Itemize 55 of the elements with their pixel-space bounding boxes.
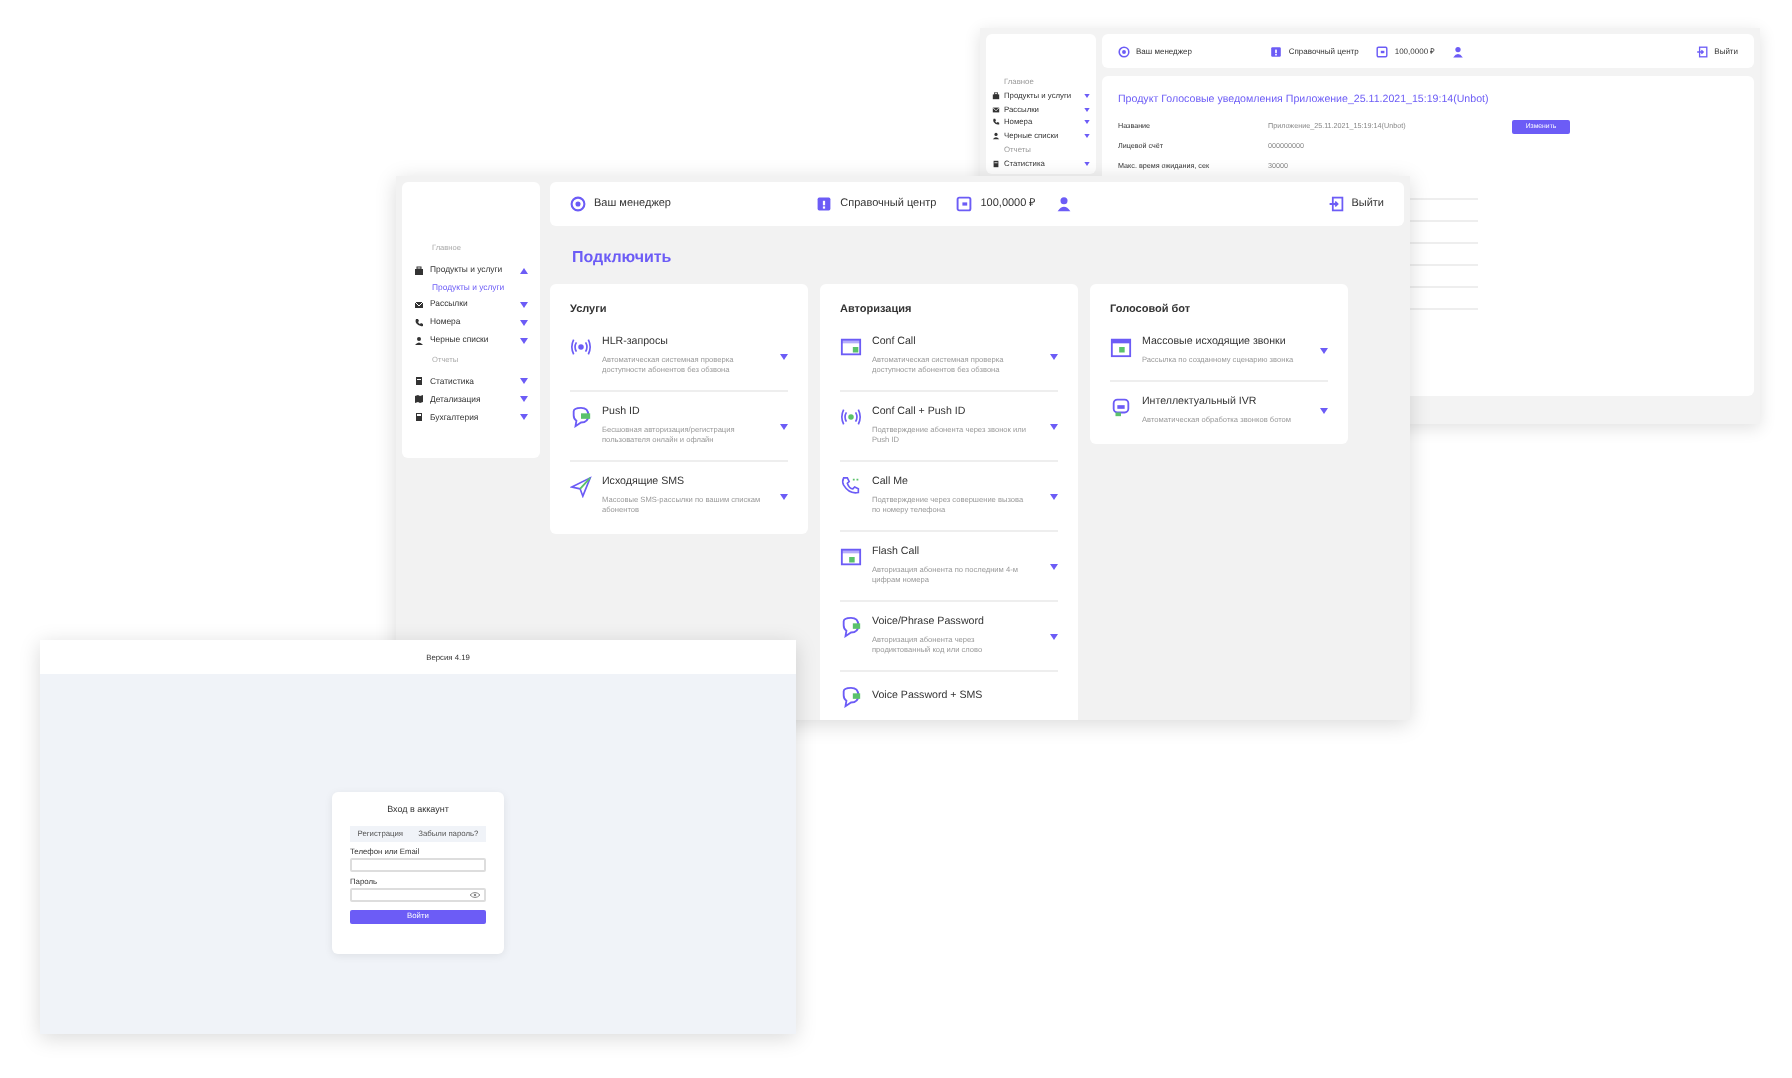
caret-icon (520, 396, 528, 403)
signal-icon (840, 406, 862, 429)
eye-icon[interactable] (470, 891, 480, 898)
chat-icon (840, 616, 862, 639)
browser-window-icon (840, 336, 862, 359)
caret-icon (1320, 408, 1328, 415)
logout-icon[interactable] (1327, 196, 1344, 212)
calculator-icon (414, 412, 424, 423)
caret-icon (520, 337, 528, 344)
caret-icon (1084, 133, 1090, 138)
caret-icon (520, 267, 528, 274)
person-icon (414, 335, 424, 346)
caret-icon (780, 423, 788, 430)
phone-icon (414, 317, 424, 328)
help-icon[interactable] (816, 196, 833, 212)
paper-plane-icon (570, 476, 592, 499)
signal-icon (570, 336, 592, 359)
chat-icon (840, 686, 862, 709)
caret-icon (520, 319, 528, 326)
caret-icon (1320, 348, 1328, 355)
phone-icon (840, 476, 862, 499)
calendar-icon (1110, 336, 1132, 359)
person-circle-icon (1118, 45, 1130, 57)
map-icon (414, 394, 424, 405)
phone-icon (992, 118, 1000, 127)
password-field[interactable] (350, 887, 486, 902)
person-icon[interactable] (1452, 45, 1465, 57)
caret-icon (780, 353, 788, 360)
person-icon (992, 131, 1000, 140)
briefcase-icon (992, 92, 1000, 101)
caret-icon (1050, 353, 1058, 360)
caret-icon (1050, 633, 1058, 640)
caret-icon (1050, 493, 1058, 500)
briefcase-icon (414, 265, 424, 276)
logout-icon[interactable] (1696, 45, 1709, 57)
envelope-icon (992, 105, 1000, 114)
input-field[interactable] (350, 857, 486, 872)
browser-window-icon (840, 546, 862, 569)
caret-icon (780, 493, 788, 500)
person-icon[interactable] (1055, 196, 1072, 212)
caret-icon (520, 414, 528, 421)
caret-icon (520, 301, 528, 308)
caret-icon (520, 378, 528, 385)
person-circle-icon (570, 196, 586, 212)
envelope-icon (414, 299, 424, 310)
page-heading: Подключить (572, 246, 674, 270)
caret-icon (1084, 94, 1090, 99)
wallet-icon (1376, 45, 1389, 57)
caret-icon (1084, 161, 1090, 166)
chat-icon (570, 406, 592, 429)
caret-icon (1084, 107, 1090, 112)
help-icon[interactable] (1270, 45, 1283, 57)
wallet-icon (956, 196, 973, 212)
caret-icon (1084, 120, 1090, 125)
caret-icon (1050, 563, 1058, 570)
